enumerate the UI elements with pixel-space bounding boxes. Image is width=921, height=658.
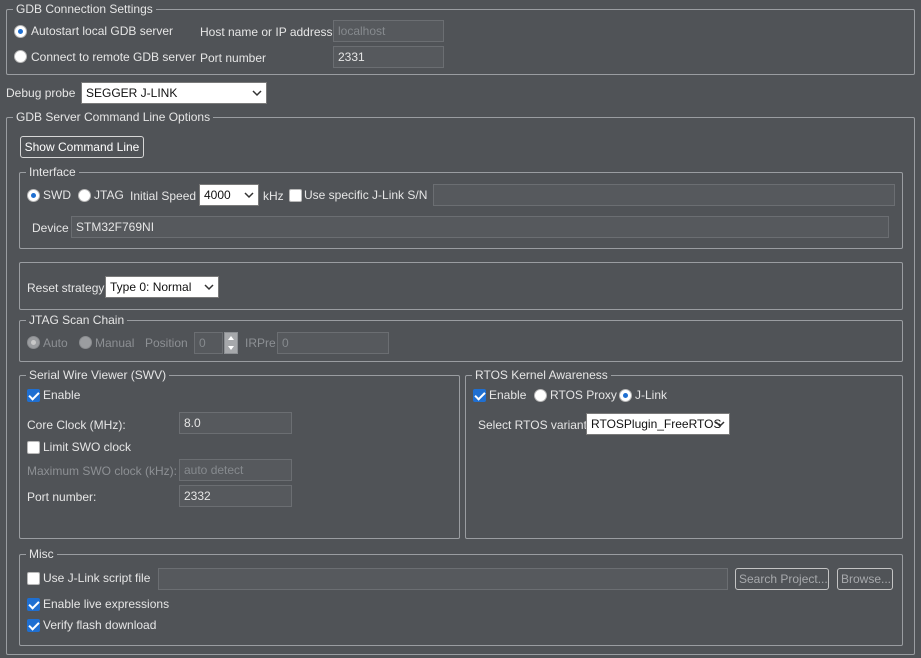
- live-expressions-checkbox[interactable]: [27, 598, 40, 611]
- debug-probe-value: SEGGER J-LINK: [86, 86, 178, 100]
- script-file-input[interactable]: [158, 568, 728, 590]
- manual-radio[interactable]: [79, 336, 92, 349]
- manual-label: Manual: [95, 336, 135, 350]
- swd-radio[interactable]: [27, 189, 40, 202]
- auto-label: Auto: [43, 336, 68, 350]
- port-input[interactable]: 2331: [333, 46, 444, 68]
- max-swo-label: Maximum SWO clock (kHz):: [27, 464, 177, 478]
- script-file-label[interactable]: Use J-Link script file: [43, 570, 150, 586]
- gdb-connection-group: GDB Connection Settings: [6, 1, 915, 75]
- position-stepper[interactable]: [224, 332, 238, 354]
- swv-group: Serial Wire Viewer (SWV): [19, 367, 460, 539]
- show-command-line-button[interactable]: Show Command Line: [20, 136, 144, 158]
- swd-label[interactable]: SWD: [43, 187, 71, 203]
- position-input[interactable]: 0: [194, 332, 223, 354]
- chevron-down-icon: [252, 90, 262, 97]
- port-label: Port number: [200, 51, 267, 65]
- rtos-variant-select[interactable]: RTOSPlugin_FreeRTOS: [586, 413, 730, 435]
- device-label: Device: [32, 221, 69, 235]
- chevron-down-icon: [244, 192, 254, 199]
- chevron-down-icon: [715, 421, 725, 428]
- rtos-enable-label[interactable]: Enable: [489, 387, 526, 403]
- limit-swo-label[interactable]: Limit SWO clock: [43, 439, 131, 455]
- rtos-proxy-radio[interactable]: [534, 389, 547, 402]
- search-project-button[interactable]: Search Project...: [735, 568, 829, 590]
- script-file-checkbox[interactable]: [27, 572, 40, 585]
- irpre-label: IRPre: [245, 336, 276, 350]
- reset-strategy-value: Type 0: Normal: [110, 280, 192, 294]
- specific-sn-label[interactable]: Use specific J-Link S/N: [304, 187, 427, 203]
- chevron-down-icon: [204, 284, 214, 291]
- browse-button[interactable]: Browse...: [837, 568, 893, 590]
- interface-title: Interface: [26, 164, 79, 180]
- irpre-input[interactable]: 0: [277, 332, 389, 354]
- core-clock-input[interactable]: 8.0: [179, 412, 292, 434]
- specific-sn-checkbox[interactable]: [289, 189, 302, 202]
- device-input[interactable]: STM32F769NI: [71, 216, 889, 238]
- remote-label[interactable]: Connect to remote GDB server: [31, 49, 196, 65]
- debug-probe-select[interactable]: SEGGER J-LINK: [81, 82, 267, 104]
- position-label: Position: [145, 336, 188, 350]
- max-swo-input[interactable]: auto detect: [179, 459, 292, 481]
- rtos-variant-label: Select RTOS variant:: [478, 418, 591, 432]
- rtos-enable-checkbox[interactable]: [473, 389, 486, 402]
- verify-flash-checkbox[interactable]: [27, 619, 40, 632]
- initial-speed-value: 4000: [204, 188, 231, 202]
- sn-input[interactable]: [433, 184, 895, 206]
- jtag-radio[interactable]: [78, 189, 91, 202]
- host-label: Host name or IP address: [200, 25, 333, 39]
- live-expressions-label[interactable]: Enable live expressions: [43, 596, 169, 612]
- initial-speed-select[interactable]: 4000: [199, 184, 259, 206]
- rtos-group: RTOS Kernel Awareness: [465, 367, 903, 539]
- debug-probe-label: Debug probe: [6, 86, 76, 100]
- jtag-scan-title: JTAG Scan Chain: [26, 312, 128, 328]
- stepper-down-icon[interactable]: [228, 346, 234, 350]
- host-input[interactable]: localhost: [333, 20, 444, 42]
- swv-title: Serial Wire Viewer (SWV): [26, 367, 170, 383]
- misc-title: Misc: [26, 546, 57, 562]
- rtos-jlink-radio[interactable]: [619, 389, 632, 402]
- swv-port-label: Port number:: [27, 490, 97, 504]
- stepper-up-icon[interactable]: [228, 336, 234, 340]
- verify-flash-label[interactable]: Verify flash download: [43, 617, 156, 633]
- gdb-server-title: GDB Server Command Line Options: [13, 109, 214, 125]
- core-clock-label: Core Clock (MHz):: [27, 418, 126, 432]
- initial-speed-label: Initial Speed: [130, 189, 197, 203]
- auto-radio[interactable]: [27, 336, 40, 349]
- reset-strategy-label: Reset strategy: [27, 281, 105, 295]
- swv-enable-checkbox[interactable]: [27, 389, 40, 402]
- rtos-title: RTOS Kernel Awareness: [472, 367, 611, 383]
- limit-swo-checkbox[interactable]: [27, 441, 40, 454]
- remote-radio[interactable]: [14, 50, 27, 63]
- swv-port-input[interactable]: 2332: [179, 485, 292, 507]
- autostart-radio[interactable]: [14, 25, 27, 38]
- reset-strategy-select[interactable]: Type 0: Normal: [105, 276, 219, 298]
- speed-unit-label: kHz: [263, 189, 284, 203]
- rtos-jlink-label[interactable]: J-Link: [635, 387, 667, 403]
- gdb-connection-title: GDB Connection Settings: [13, 1, 156, 17]
- autostart-label[interactable]: Autostart local GDB server: [31, 23, 173, 39]
- swv-enable-label[interactable]: Enable: [43, 387, 80, 403]
- jtag-label[interactable]: JTAG: [94, 187, 124, 203]
- rtos-proxy-label[interactable]: RTOS Proxy: [550, 387, 617, 403]
- rtos-variant-value: RTOSPlugin_FreeRTOS: [591, 417, 722, 431]
